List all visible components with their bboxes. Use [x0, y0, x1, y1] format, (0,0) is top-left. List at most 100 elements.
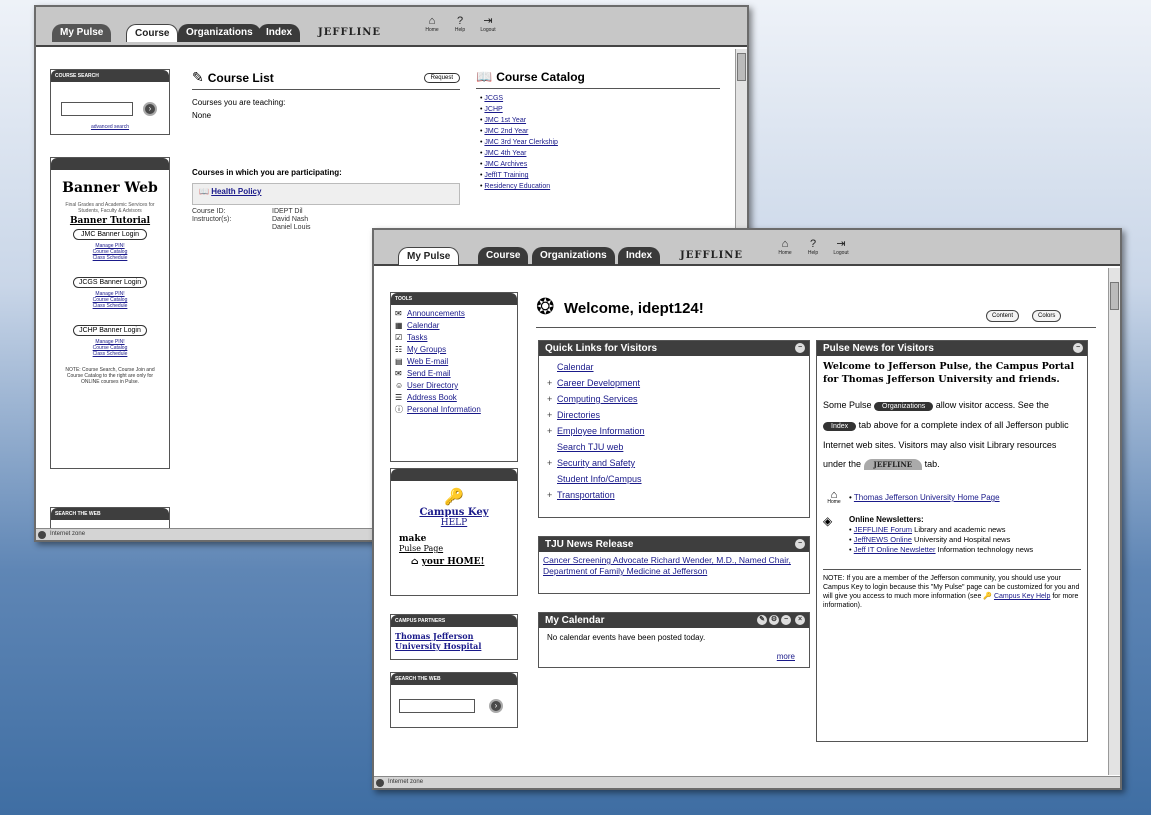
tab-jeffline[interactable]: JEFFLINE [672, 247, 751, 265]
calendar-text: No calendar events have been posted toda… [547, 633, 706, 642]
tool-item[interactable]: ☺ User Directory [395, 380, 513, 392]
tab-course[interactable]: Course [478, 247, 529, 265]
jchp-banner-login-button[interactable]: JCHP Banner Login [73, 325, 147, 336]
tool-icon: ☰ [395, 393, 403, 402]
quick-link-item[interactable]: + Computing Services [539, 391, 809, 407]
tab-my-pulse[interactable]: My Pulse [398, 247, 460, 265]
catalog-item[interactable]: • JMC 4th Year [480, 148, 720, 159]
minimize-icon[interactable]: − [795, 343, 805, 353]
scrollbar[interactable] [1108, 268, 1120, 775]
quick-link-item[interactable]: + Security and Safety [539, 455, 809, 471]
quick-link-item[interactable]: + Employee Information [539, 423, 809, 439]
tab-my-pulse[interactable]: My Pulse [52, 24, 112, 42]
catalog-item[interactable]: • JMC Archives [480, 159, 720, 170]
tools-list: ✉ Announcements ▦ Calendar ☑ Tasks ☷ My Groups ▤… [391, 305, 517, 419]
help-icon[interactable]: ? Help [449, 15, 471, 33]
jeffline-forum-link[interactable]: JEFFLINE Forum [854, 525, 912, 534]
campus-key-help-link[interactable]: HELP [391, 518, 517, 528]
settings-icon[interactable]: ⚙ [769, 615, 779, 625]
logout-icon[interactable]: ⇥ Logout [830, 238, 852, 256]
tool-item[interactable]: ☰ Address Book [395, 392, 513, 404]
quick-link-item[interactable]: Search TJU web [539, 439, 809, 455]
status-text: Internet zone [50, 531, 86, 537]
catalog-item[interactable]: • JeffIT Training [480, 170, 720, 181]
class-schedule-link[interactable]: Class Schedule [51, 351, 169, 357]
go-icon[interactable]: › [489, 699, 503, 713]
tool-item[interactable]: ☷ My Groups [395, 344, 513, 356]
colors-button[interactable]: Colors [1032, 310, 1062, 322]
catalog-item[interactable]: • Residency Education [480, 181, 720, 192]
news-panel: TJU News Release − Cancer Screening Advoc… [538, 536, 810, 594]
quick-link-item[interactable]: Student Info/Campus [539, 471, 809, 487]
help-icon[interactable]: ? Help [802, 238, 824, 256]
tab-organizations[interactable]: Organizations [178, 24, 261, 42]
content-button[interactable]: Content [986, 310, 1020, 322]
tool-item[interactable]: ⓘ Personal Information [395, 404, 513, 416]
tab-index[interactable]: Index [258, 24, 301, 42]
catalog-item[interactable]: • JMC 3rd Year Clerkship [480, 137, 720, 148]
minimize-icon[interactable]: − [781, 615, 791, 625]
newsletter-icon: ◈ [823, 514, 833, 528]
catalog-item[interactable]: • JCGS [480, 93, 720, 104]
close-icon[interactable]: × [795, 615, 805, 625]
tool-item[interactable]: ✉ Announcements [395, 308, 513, 320]
class-schedule-link[interactable]: Class Schedule [51, 303, 169, 309]
tool-item[interactable]: ▦ Calendar [395, 320, 513, 332]
tab-index[interactable]: Index [618, 247, 661, 265]
go-icon[interactable]: › [143, 102, 157, 116]
tool-item[interactable]: ✉ Send E-mail [395, 368, 513, 380]
campus-key-header [391, 469, 517, 481]
tool-item[interactable]: ☑ Tasks [395, 332, 513, 344]
course-search-input[interactable] [61, 102, 133, 116]
search-web-input[interactable] [399, 699, 475, 713]
quick-link-item[interactable]: + Career Development [539, 375, 809, 391]
jeffnews-online-link[interactable]: JeffNEWS Online [854, 535, 912, 544]
tab-jeffline[interactable]: JEFFLINE [310, 24, 389, 42]
quick-links-panel: Quick Links for Visitors − Calendar + Caree… [538, 340, 810, 518]
quick-link-item[interactable]: + Directories [539, 407, 809, 423]
banner-tutorial-link[interactable]: Banner Tutorial [51, 216, 169, 226]
search-web-header: Search the Web [51, 508, 169, 520]
quick-link-item[interactable]: + Transportation [539, 487, 809, 503]
calendar-more-link[interactable]: more [777, 652, 795, 661]
tool-item[interactable]: ▤ Web E-mail [395, 356, 513, 368]
news-link[interactable]: Cancer Screening Advocate Richard Wender… [539, 552, 809, 580]
tju-hospital-link[interactable]: Thomas Jefferson University Hospital [391, 627, 517, 655]
edit-icon[interactable]: ✎ [757, 615, 767, 625]
tab-organizations[interactable]: Organizations [532, 247, 615, 265]
jeffline-inline-tab[interactable]: JEFFLINE [863, 459, 923, 470]
catalog-item[interactable]: • JCHP [480, 104, 720, 115]
logout-icon[interactable]: ⇥ Logout [477, 15, 499, 33]
minimize-icon[interactable]: − [1073, 343, 1083, 353]
status-text: Internet zone [388, 779, 424, 785]
banner-web-box: Banner Web Final Grades and Academic Ser… [50, 157, 170, 469]
index-inline-tab[interactable]: Index [823, 422, 857, 431]
health-policy-link[interactable]: Health Policy [211, 187, 261, 196]
scroll-thumb[interactable] [737, 53, 746, 81]
scroll-thumb[interactable] [1110, 282, 1119, 310]
quick-link-item[interactable]: Calendar [539, 359, 809, 375]
newsletters-title: Online Newsletters: [849, 515, 924, 524]
jeffit-newsletter-link[interactable]: Jeff IT Online Newsletter [854, 545, 936, 554]
banner-desc: Final Grades and Academic Services for S… [65, 202, 155, 214]
catalog-item[interactable]: • JMC 2nd Year [480, 126, 720, 137]
campus-key-help-link[interactable]: Campus Key Help [994, 593, 1050, 600]
advanced-search-link[interactable]: advanced search [51, 124, 169, 130]
quick-links-header: Quick Links for Visitors [545, 343, 658, 354]
class-schedule-link[interactable]: Class Schedule [51, 255, 169, 261]
jcgs-banner-login-button[interactable]: JCGS Banner Login [73, 277, 147, 288]
minimize-icon[interactable]: − [795, 539, 805, 549]
campus-key-link[interactable]: Campus Key [391, 507, 517, 518]
banner-note: NOTE: Course Search, Course Join and Cou… [65, 367, 155, 385]
jmc-banner-login-button[interactable]: JMC Banner Login [73, 229, 147, 240]
organizations-inline-tab[interactable]: Organizations [874, 402, 934, 411]
book-icon: 📖 [199, 187, 209, 196]
course-search-header: Course Search [51, 70, 169, 82]
request-button[interactable]: Request [423, 72, 460, 83]
tab-course[interactable]: Course [126, 24, 179, 42]
tju-home-page-link[interactable]: Thomas Jefferson University Home Page [854, 493, 1000, 502]
tools-box: Tools ✉ Announcements ▦ Calendar ☑ Tasks ☷ My G… [390, 292, 518, 462]
home-icon[interactable]: ⌂ Home [421, 15, 443, 33]
home-icon[interactable]: ⌂ Home [774, 238, 796, 256]
catalog-item[interactable]: • JMC 1st Year [480, 115, 720, 126]
